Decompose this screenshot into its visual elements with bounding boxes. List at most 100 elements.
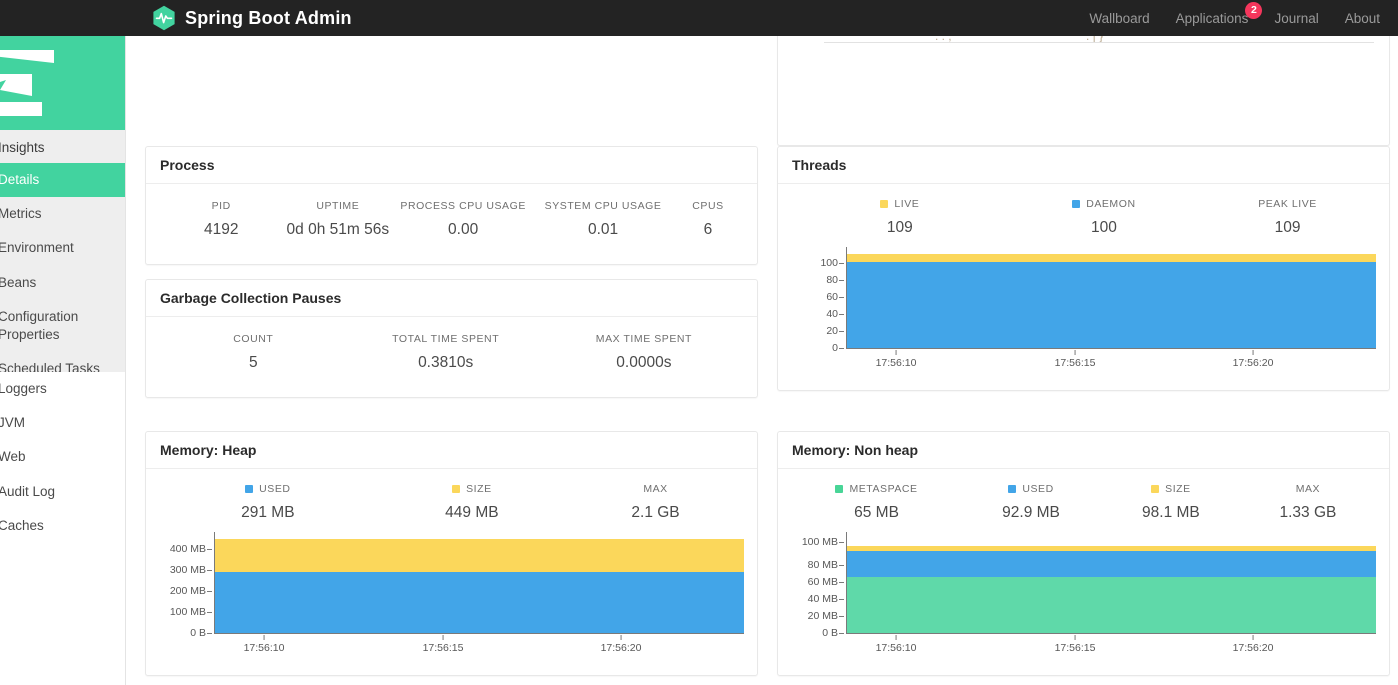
- nav-link-applications-label: Applications: [1176, 11, 1249, 26]
- sidebar-item-audit-log[interactable]: Audit Log: [0, 475, 126, 509]
- memory-heap-card-title: Memory: Heap: [160, 442, 256, 458]
- heap-ytick-200: 200 MB: [170, 585, 206, 597]
- nonheap-band-metaspace: [847, 577, 1376, 633]
- legend-nonheap-used-top: USED: [961, 483, 1101, 495]
- sidebar-group-other: Loggers JVM Web Audit Log Caches: [0, 372, 126, 543]
- gc-card-title: Garbage Collection Pauses: [160, 290, 341, 306]
- memory-non-heap-card-body: METASPACE 65 MB USED 92.9 MB: [778, 469, 1389, 676]
- threads-ytick-60: 60: [826, 291, 838, 303]
- legend-live-value: 109: [792, 219, 1008, 237]
- legend-daemon-value: 100: [1008, 219, 1200, 237]
- process-stats: PID 4192 UPTIME 0d 0h 51m 56s PROCESS CP…: [160, 194, 743, 239]
- memory-heap-card-body: USED 291 MB SIZE 449 MB MAX: [146, 469, 757, 676]
- nav-link-wallboard[interactable]: Wallboard: [1089, 11, 1149, 26]
- sidebar-item-beans[interactable]: Beans: [0, 266, 126, 300]
- clipped-card-divider: [824, 42, 1374, 43]
- threads-chart: 0 20 40 60 80 100 17:56:10: [792, 247, 1375, 379]
- stat-gc-max-time-label: MAX TIME SPENT: [545, 333, 743, 345]
- threads-ytick-80: 80: [826, 274, 838, 286]
- stat-pid: PID 4192: [160, 200, 282, 239]
- applications-badge: 2: [1245, 2, 1262, 19]
- sidebar-item-configuration-properties[interactable]: Configuration Properties: [0, 300, 126, 352]
- threads-ytick-40: 40: [826, 308, 838, 320]
- threads-xtick-3: 17:56:20: [1233, 357, 1274, 369]
- sidebar-item-loggers[interactable]: Loggers: [0, 372, 126, 406]
- memory-non-heap-y-axis: 0 B 20 MB 40 MB 60 MB 80 MB 100 MB: [792, 532, 846, 664]
- stat-process-cpu-usage-value: 0.00: [393, 221, 533, 239]
- nonheap-plot-area: [847, 546, 1376, 633]
- stat-pid-label: PID: [160, 200, 282, 212]
- legend-nonheap-used-value: 92.9 MB: [961, 504, 1101, 522]
- sidebar-item-environment[interactable]: Environment: [0, 231, 126, 265]
- sidebar-item-metrics[interactable]: Metrics: [0, 197, 126, 231]
- clipped-card-above: up. ^ . . , . | } r r. 'ecce( rcRivi r r…: [777, 36, 1390, 146]
- legend-heap-size-swatch-icon: [452, 485, 460, 493]
- nav-link-applications[interactable]: Applications 2: [1176, 11, 1249, 26]
- threads-ytick-20: 20: [826, 325, 838, 337]
- memory-heap-card-header: Memory: Heap: [146, 432, 757, 469]
- legend-daemon-top: DAEMON: [1008, 198, 1200, 210]
- legend-heap-size-label: SIZE: [466, 483, 492, 495]
- threads-card-header: Threads: [778, 147, 1389, 184]
- sidebar-item-details[interactable]: Details: [0, 163, 126, 197]
- stat-gc-total-time-value: 0.3810s: [347, 354, 545, 372]
- threads-card-title: Threads: [792, 157, 846, 173]
- legend-heap-size: SIZE 449 MB: [376, 483, 568, 522]
- memory-non-heap-card-header: Memory: Non heap: [778, 432, 1389, 469]
- gc-card-body: COUNT 5 TOTAL TIME SPENT 0.3810s MAX TIM…: [146, 317, 757, 384]
- stat-gc-max-time-value: 0.0000s: [545, 354, 743, 372]
- legend-peak-live: PEAK LIVE 109: [1200, 198, 1375, 237]
- sidebar-item-caches[interactable]: Caches: [0, 509, 126, 543]
- heap-ytick-0: 0 B: [190, 627, 206, 639]
- heap-axis-horizontal: [214, 633, 744, 634]
- legend-live-top: LIVE: [792, 198, 1008, 210]
- stat-system-cpu-usage: SYSTEM CPU USAGE 0.01: [533, 200, 673, 239]
- memory-heap-y-axis: 0 B 100 MB 200 MB 300 MB 400 MB: [160, 532, 214, 664]
- brand-title: Spring Boot Admin: [185, 8, 352, 29]
- memory-heap-chart: 0 B 100 MB 200 MB 300 MB 400 MB 17:56:10: [160, 532, 743, 664]
- heap-xtick-3: 17:56:20: [601, 642, 642, 654]
- process-card-header: Process: [146, 147, 757, 184]
- stat-system-cpu-usage-label: SYSTEM CPU USAGE: [533, 200, 673, 212]
- legend-heap-size-value: 449 MB: [376, 504, 568, 522]
- legend-heap-used: USED 291 MB: [160, 483, 376, 522]
- legend-heap-size-top: SIZE: [376, 483, 568, 495]
- nonheap-xtick-1: 17:56:10: [876, 642, 917, 654]
- heap-xtick-1: 17:56:10: [244, 642, 285, 654]
- legend-live: LIVE 109: [792, 198, 1008, 237]
- legend-nonheap-used-swatch-icon: [1008, 485, 1016, 493]
- legend-heap-used-label: USED: [259, 483, 290, 495]
- threads-card: Threads LIVE 109 DAEMON: [777, 146, 1390, 391]
- stat-pid-value: 4192: [160, 221, 282, 239]
- legend-peak-live-top: PEAK LIVE: [1200, 198, 1375, 210]
- threads-xtick-2: 17:56:15: [1055, 357, 1096, 369]
- nonheap-ytick-80: 80 MB: [808, 559, 838, 571]
- process-card: Process PID 4192 UPTIME 0d 0h 51m 56s PR…: [145, 146, 758, 265]
- legend-heap-max: MAX 2.1 GB: [568, 483, 743, 522]
- legend-heap-max-value: 2.1 GB: [568, 504, 743, 522]
- legend-nonheap-size-value: 98.1 MB: [1101, 504, 1241, 522]
- nav-link-about[interactable]: About: [1345, 11, 1380, 26]
- legend-peak-live-label: PEAK LIVE: [1258, 198, 1317, 210]
- sidebar-item-web[interactable]: Web: [0, 440, 126, 474]
- nonheap-ytick-40: 40 MB: [808, 593, 838, 605]
- brand[interactable]: Spring Boot Admin: [152, 5, 352, 31]
- heap-ytick-100: 100 MB: [170, 606, 206, 618]
- nonheap-xtick-3: 17:56:20: [1233, 642, 1274, 654]
- nav-link-journal[interactable]: Journal: [1274, 11, 1318, 26]
- heartbeat-hexagon-icon: [152, 5, 176, 31]
- sidebar-heading-insights: Insights: [0, 130, 126, 163]
- threads-ytick-100: 100: [820, 257, 838, 269]
- process-card-body: PID 4192 UPTIME 0d 0h 51m 56s PROCESS CP…: [146, 184, 757, 251]
- legend-heap-used-top: USED: [160, 483, 376, 495]
- sidebar-header-banner: [0, 36, 126, 130]
- stat-cpus: CPUS 6: [673, 200, 743, 239]
- legend-nonheap-max-label: MAX: [1296, 483, 1320, 495]
- garbage-collection-pauses-card: Garbage Collection Pauses COUNT 5 TOTAL …: [145, 279, 758, 398]
- heap-plot-area: [215, 539, 744, 633]
- spring-boot-admin-page: Spring Boot Admin Wallboard Applications…: [0, 0, 1398, 685]
- legend-metaspace-value: 65 MB: [792, 504, 961, 522]
- nonheap-axis-horizontal: [846, 633, 1376, 634]
- sidebar-item-jvm[interactable]: JVM: [0, 406, 126, 440]
- legend-heap-used-value: 291 MB: [160, 504, 376, 522]
